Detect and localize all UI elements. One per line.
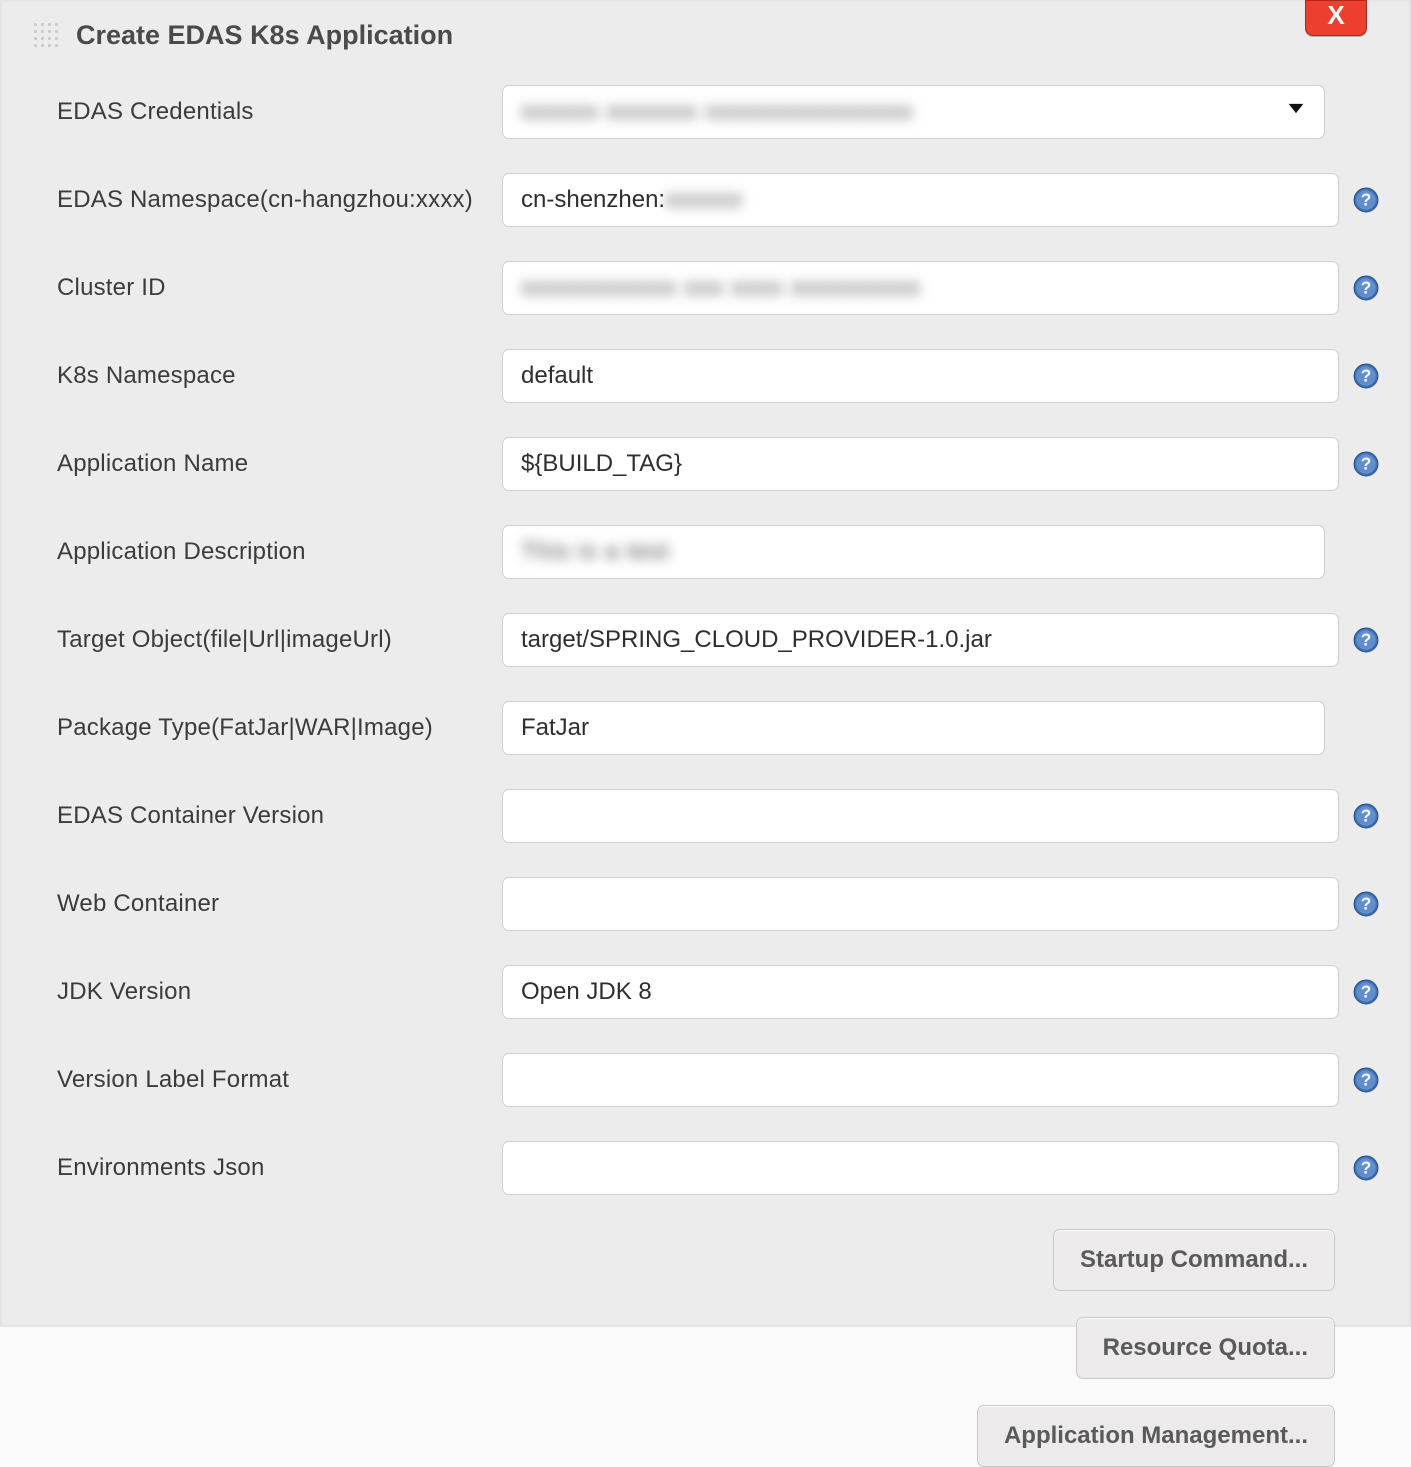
svg-text:?: ? (1361, 629, 1372, 649)
container-version-input[interactable] (502, 789, 1339, 843)
label-k8s-namespace: K8s Namespace (32, 362, 502, 390)
help-icon[interactable]: ? (1353, 627, 1379, 653)
help-icon[interactable]: ? (1353, 803, 1379, 829)
label-target-object: Target Object(file|Url|imageUrl) (32, 626, 502, 654)
svg-text:?: ? (1361, 277, 1372, 297)
svg-text:?: ? (1361, 1069, 1372, 1089)
svg-text:?: ? (1361, 805, 1372, 825)
help-icon[interactable]: ? (1353, 363, 1379, 389)
edas-credentials-select[interactable]: xxxxxx xxxxxxx xxxxxxxxxxxxxxxx (502, 85, 1325, 139)
action-buttons: Startup Command... Resource Quota... App… (32, 1229, 1379, 1467)
label-jdk-version: JDK Version (32, 978, 502, 1006)
section-header: Create EDAS K8s Application (32, 20, 1379, 57)
edas-credentials-value: xxxxxx xxxxxxx xxxxxxxxxxxxxxxx (521, 86, 913, 138)
edas-namespace-prefix: cn-shenzhen: (521, 186, 665, 213)
create-edas-k8s-panel: X Create EDAS K8s Application EDAS Crede… (0, 0, 1411, 1327)
label-edas-credentials: EDAS Credentials (32, 98, 502, 126)
application-description-input[interactable]: This is a test (502, 525, 1325, 579)
cluster-id-hidden: xxxxxxxxxxxx xxx xxxx xxxxxxxxxx (521, 262, 921, 314)
target-object-input[interactable]: target/SPRING_CLOUD_PROVIDER-1.0.jar (502, 613, 1339, 667)
web-container-input[interactable] (502, 877, 1339, 931)
help-icon[interactable]: ? (1353, 451, 1379, 477)
application-management-button[interactable]: Application Management... (977, 1405, 1335, 1467)
edas-namespace-input[interactable]: cn-shenzhen:xxxxxx (502, 173, 1339, 227)
package-type-input[interactable]: FatJar (502, 701, 1325, 755)
label-web-container: Web Container (32, 890, 502, 918)
drag-handle-icon[interactable] (32, 21, 62, 51)
svg-text:?: ? (1361, 453, 1372, 473)
help-icon[interactable]: ? (1353, 275, 1379, 301)
startup-command-button[interactable]: Startup Command... (1053, 1229, 1335, 1291)
help-icon[interactable]: ? (1353, 1155, 1379, 1181)
help-icon[interactable]: ? (1353, 979, 1379, 1005)
label-cluster-id: Cluster ID (32, 274, 502, 302)
label-environments-json: Environments Json (32, 1154, 502, 1182)
label-edas-namespace: EDAS Namespace(cn-hangzhou:xxxx) (32, 186, 502, 214)
svg-text:?: ? (1361, 981, 1372, 1001)
label-application-name: Application Name (32, 450, 502, 478)
application-name-input[interactable]: ${BUILD_TAG} (502, 437, 1339, 491)
label-package-type: Package Type(FatJar|WAR|Image) (32, 714, 502, 742)
svg-text:?: ? (1361, 365, 1372, 385)
jdk-version-input[interactable]: Open JDK 8 (502, 965, 1339, 1019)
cluster-id-input[interactable]: xxxxxxxxxxxx xxx xxxx xxxxxxxxxx (502, 261, 1339, 315)
application-description-hidden: This is a test (521, 526, 670, 578)
form: EDAS Credentials xxxxxx xxxxxxx xxxxxxxx… (32, 85, 1379, 1467)
edas-namespace-hidden: xxxxxx (665, 174, 743, 226)
help-icon[interactable]: ? (1353, 187, 1379, 213)
help-icon[interactable]: ? (1353, 891, 1379, 917)
close-button[interactable]: X (1305, 0, 1367, 36)
resource-quota-button[interactable]: Resource Quota... (1076, 1317, 1335, 1379)
help-icon[interactable]: ? (1353, 1067, 1379, 1093)
label-version-label-format: Version Label Format (32, 1066, 502, 1094)
environments-json-input[interactable] (502, 1141, 1339, 1195)
k8s-namespace-input[interactable]: default (502, 349, 1339, 403)
label-application-description: Application Description (32, 538, 502, 566)
svg-text:?: ? (1361, 893, 1372, 913)
label-container-version: EDAS Container Version (32, 802, 502, 830)
section-title: Create EDAS K8s Application (76, 20, 453, 51)
svg-text:?: ? (1361, 1157, 1372, 1177)
svg-text:?: ? (1361, 189, 1372, 209)
version-label-format-input[interactable] (502, 1053, 1339, 1107)
